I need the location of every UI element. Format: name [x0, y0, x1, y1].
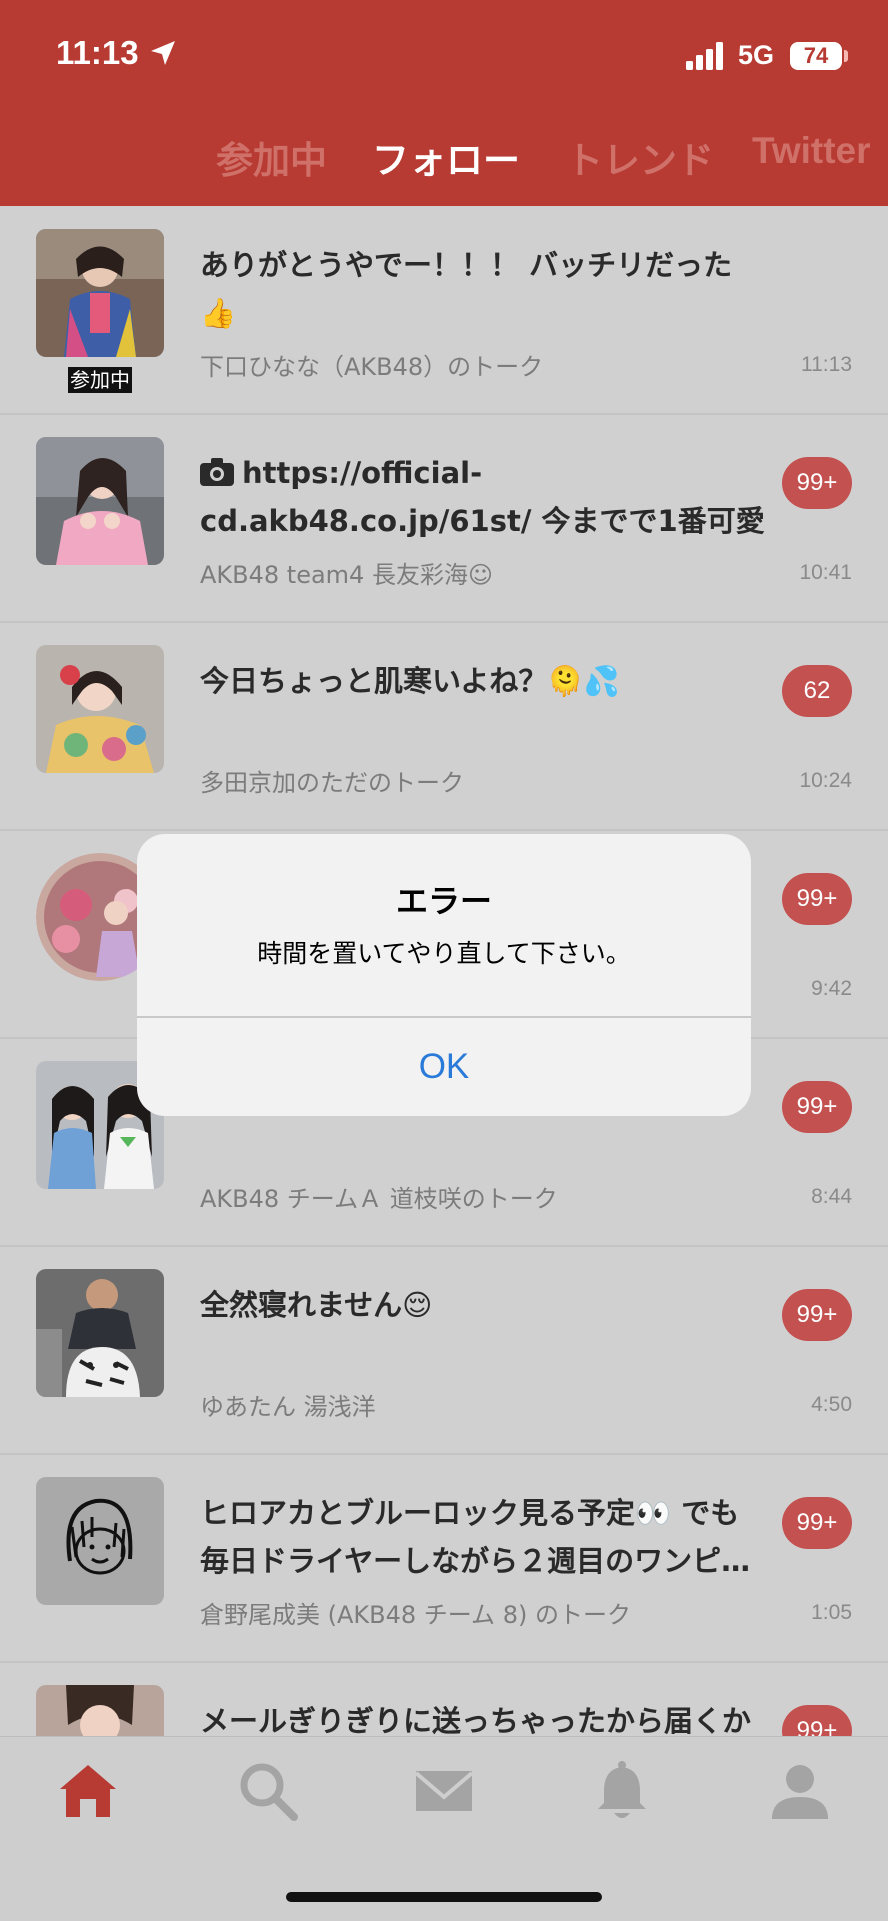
tab-trend[interactable]: トレンド [566, 130, 714, 184]
avatar [36, 229, 164, 357]
tab-twitter[interactable]: Twitter [752, 130, 871, 172]
alert-ok-button[interactable]: OK [137, 1018, 751, 1116]
message-text-content: https://official-cd.akb48.co.jp/61st/ 今ま… [200, 456, 765, 538]
avatar [36, 1269, 164, 1397]
error-alert-dialog: エラー 時間を置いてやり直して下さい。 OK [137, 834, 751, 1116]
talk-source: AKB48 team4 長友彩海☺︎ [200, 561, 493, 589]
message-text: ヒロアカとブルーロック見る予定👀 でも毎日ドライヤーしながら２週目のワンピ… [200, 1496, 751, 1578]
header: 11:13 5G 74 参加中 フォロー トレンド Twitter [0, 0, 888, 206]
avatar [36, 437, 164, 565]
talk-source: 下口ひなな（AKB48）のトーク [200, 353, 544, 381]
message-text: https://official-cd.akb48.co.jp/61st/ 今ま… [200, 449, 778, 545]
list-item[interactable]: ヒロアカとブルーロック見る予定👀 でも毎日ドライヤーしながら２週目のワンピ… 9… [0, 1455, 888, 1663]
unread-count-badge: 99+ [782, 457, 852, 509]
search-icon[interactable] [236, 1759, 300, 1823]
unread-count-badge: 99+ [782, 873, 852, 925]
tab-joined[interactable]: 参加中 [216, 130, 327, 184]
message-text: ありがとうやでー！！！ バッチリだった👍 [200, 248, 733, 330]
timestamp: 1:05 [811, 1601, 852, 1624]
alert-title: エラー [395, 882, 492, 920]
timestamp: 4:50 [811, 1393, 852, 1416]
message-text: 全然寝れません😌 [200, 1288, 433, 1322]
joined-badge: 参加中 [68, 367, 132, 393]
bell-icon[interactable] [590, 1759, 654, 1823]
list-item[interactable]: 全然寝れません😌 99+ ゆあたん 湯浅洋 4:50 [0, 1247, 888, 1455]
message-text: 今日ちょっと肌寒いよね？🫠💦 [200, 664, 620, 698]
location-arrow-icon [151, 41, 175, 65]
list-item[interactable]: 参加中 ありがとうやでー！！！ バッチリだった👍 下口ひなな（AKB48）のトー… [0, 207, 888, 415]
profile-icon[interactable] [768, 1759, 832, 1823]
talk-source: 倉野尾成美 (AKB48 チーム 8) のトーク [200, 1601, 631, 1629]
camera-icon [200, 458, 234, 486]
avatar [36, 1477, 164, 1605]
network-label: 5G [738, 40, 775, 70]
timestamp: 10:24 [799, 769, 852, 792]
timestamp: 10:41 [799, 561, 852, 584]
timestamp: 9:42 [811, 977, 852, 1000]
unread-count-badge: 99+ [782, 1081, 852, 1133]
mail-icon[interactable] [412, 1759, 476, 1823]
signal-icon [686, 42, 723, 70]
home-indicator [286, 1892, 602, 1902]
alert-message: 時間を置いてやり直して下さい。 [257, 939, 631, 968]
battery-tip [844, 50, 848, 62]
unread-count-badge: 99+ [782, 1497, 852, 1549]
unread-count-badge: 99+ [782, 1289, 852, 1341]
battery-level: 74 [790, 42, 842, 70]
timestamp: 8:44 [811, 1185, 852, 1208]
talk-source: AKB48 チームＡ 道枝咲のトーク [200, 1185, 558, 1213]
list-item[interactable]: https://official-cd.akb48.co.jp/61st/ 今ま… [0, 415, 888, 623]
list-item[interactable]: 今日ちょっと肌寒いよね？🫠💦 62 多田京加のただのトーク 10:24 [0, 623, 888, 831]
talk-source: ゆあたん 湯浅洋 [200, 1393, 376, 1421]
avatar [36, 645, 164, 773]
top-tabs: 参加中 フォロー トレンド Twitter [0, 130, 888, 190]
status-time: 11:13 [56, 34, 139, 71]
unread-count-badge: 62 [782, 665, 852, 717]
tab-follow[interactable]: フォロー [372, 130, 520, 184]
status-bar: 11:13 5G 74 [0, 0, 888, 110]
timestamp: 11:13 [801, 353, 852, 376]
home-icon[interactable] [56, 1759, 120, 1823]
talk-source: 多田京加のただのトーク [200, 769, 464, 797]
